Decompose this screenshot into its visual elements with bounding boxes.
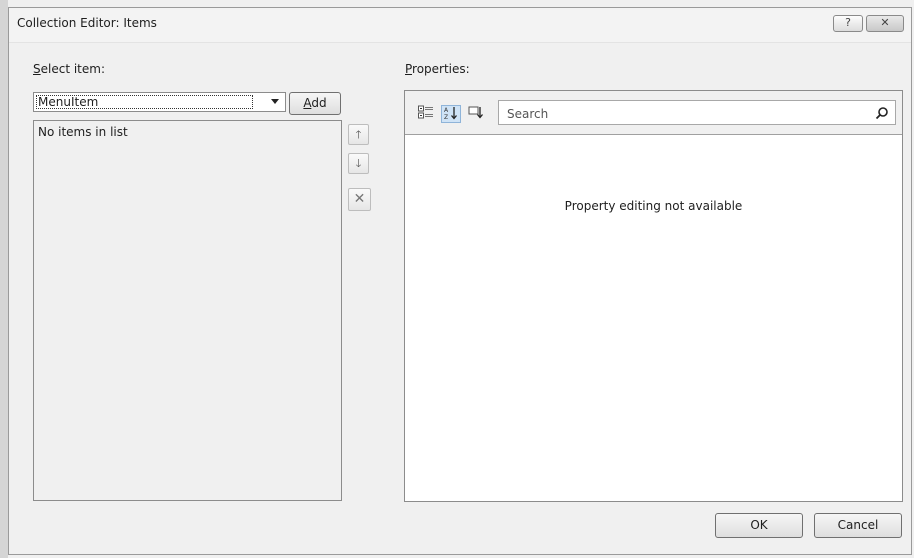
categorized-view-icon[interactable] xyxy=(416,105,436,123)
background-strip xyxy=(0,0,8,558)
property-grid-empty-message: Property editing not available xyxy=(564,199,743,213)
svg-text:Z: Z xyxy=(444,114,448,120)
alphabetical-sort-icon[interactable]: A Z xyxy=(441,105,461,123)
move-down-button[interactable]: 🡓 xyxy=(348,153,369,174)
properties-label-text: roperties: xyxy=(412,62,470,76)
close-button[interactable]: ✕ xyxy=(866,15,904,32)
arrow-down-icon: 🡓 xyxy=(355,157,362,170)
properties-mnemonic: P xyxy=(405,62,413,76)
collection-editor-dialog: Collection Editor: Items ? ✕ Select item… xyxy=(8,7,912,555)
events-view-icon[interactable] xyxy=(466,105,486,123)
help-icon: ? xyxy=(845,16,851,29)
chevron-down-icon[interactable] xyxy=(271,99,279,104)
item-type-dropdown[interactable]: MenuItem xyxy=(33,92,286,112)
select-item-mnemonic: S xyxy=(33,62,41,76)
help-button[interactable]: ? xyxy=(833,15,863,32)
delete-icon: ✕ xyxy=(353,191,366,207)
add-button-label: dd xyxy=(311,96,327,110)
items-list[interactable]: No items in list xyxy=(33,120,342,501)
search-input[interactable] xyxy=(499,101,869,126)
svg-text:A: A xyxy=(444,107,449,114)
add-button[interactable]: Add xyxy=(289,92,341,115)
remove-button[interactable]: ✕ xyxy=(348,188,371,211)
cancel-button[interactable]: Cancel xyxy=(814,513,902,538)
window-title: Collection Editor: Items xyxy=(17,16,157,30)
arrow-up-icon: 🡑 xyxy=(355,128,362,141)
title-bar: Collection Editor: Items ? ✕ xyxy=(9,8,911,43)
properties-label: Properties: xyxy=(405,62,470,76)
property-search-box[interactable] xyxy=(498,100,896,126)
close-icon: ✕ xyxy=(880,16,890,29)
item-type-dropdown-value: MenuItem xyxy=(36,95,253,109)
select-item-label-text: elect item: xyxy=(40,62,105,76)
property-grid[interactable]: A Z Property ed xyxy=(404,90,903,502)
property-grid-toolbar: A Z xyxy=(405,91,902,135)
items-list-empty-message: No items in list xyxy=(38,125,128,139)
select-item-label: Select item: xyxy=(33,62,105,76)
search-icon[interactable] xyxy=(875,106,889,120)
move-up-button[interactable]: 🡑 xyxy=(348,124,369,145)
ok-button[interactable]: OK xyxy=(715,513,803,538)
